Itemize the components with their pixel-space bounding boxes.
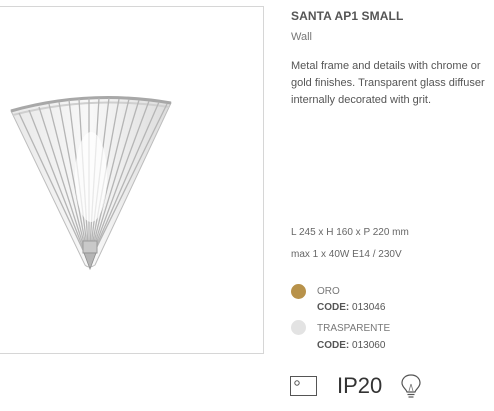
class-ii-insulation-icon [290,376,317,396]
finish-code-oro: CODE: 013046 [317,302,385,313]
product-category: Wall [291,31,312,43]
code-label: CODE: [317,302,350,313]
lightbulb-icon [400,373,422,404]
product-image-frame [0,6,264,354]
finish-code-trasparente: CODE: 013060 [317,340,385,351]
finish-name-oro: ORO [317,286,340,297]
finish-name-trasparente: TRASPARENTE [317,323,391,334]
code-value: 013060 [352,340,386,351]
code-label: CODE: [317,340,350,351]
finish-swatch-oro[interactable] [291,284,306,299]
product-bulb-spec: max 1 x 40W E14 / 230V [291,249,402,260]
lamp-photo [10,96,172,271]
code-value: 013046 [352,302,386,313]
finish-swatch-trasparente[interactable] [291,320,306,335]
product-title: SANTA AP1 SMALL [291,9,404,23]
product-description: Metal frame and details with chrome or g… [291,60,485,106]
product-dimensions: L 245 x H 160 x P 220 mm [291,227,409,238]
ip-rating: IP20 [337,373,383,398]
